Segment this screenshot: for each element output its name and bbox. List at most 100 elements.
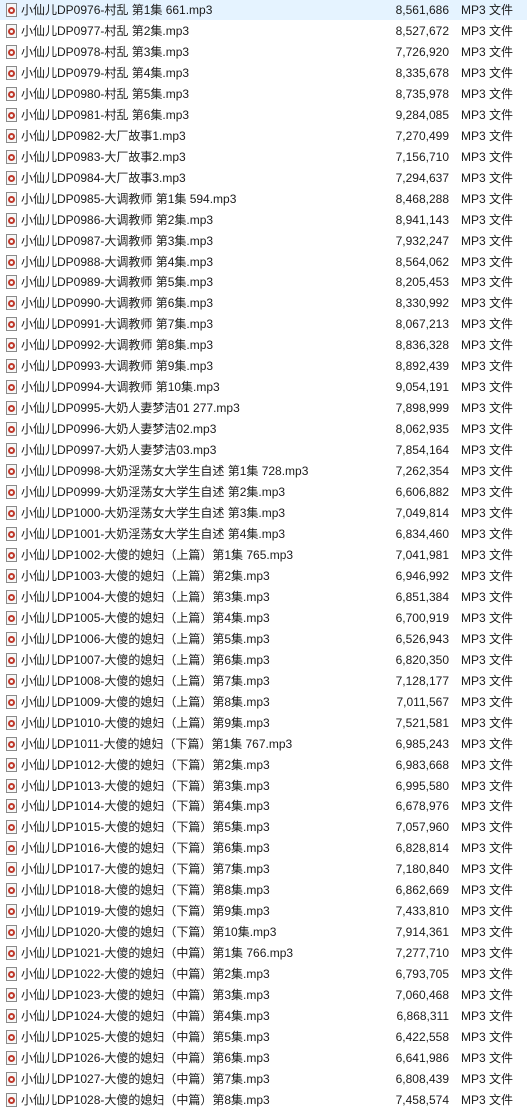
- file-row[interactable]: 小仙儿DP1007-大傻的媳妇（上篇）第6集.mp3 6,820,350 MP3 文…: [0, 650, 527, 670]
- file-row[interactable]: 小仙儿DP0982-大厂故事1.mp3 7,270,499 MP3 文件: [0, 126, 527, 146]
- mp3-file-icon: [6, 128, 17, 143]
- file-row[interactable]: 小仙儿DP1010-大傻的媳妇（上篇）第9集.mp3 7,521,581 MP3 文…: [0, 713, 527, 733]
- file-row[interactable]: 小仙儿DP0994-大调教师 第10集.mp3 9,054,191 MP3 文件: [0, 377, 527, 397]
- file-row[interactable]: 小仙儿DP0978-村乱 第3集.mp3 7,726,920 MP3 文件: [0, 42, 527, 62]
- mp3-file-icon: [6, 841, 17, 856]
- file-row[interactable]: 小仙儿DP1020-大傻的媳妇（下篇）第10集.mp3 7,914,361 MP3 …: [0, 922, 527, 942]
- file-name: 小仙儿DP1018-大傻的媳妇（下篇）第8集.mp3: [21, 883, 270, 898]
- file-row[interactable]: 小仙儿DP1014-大傻的媳妇（下篇）第4集.mp3 6,678,976 MP3 文…: [0, 796, 527, 816]
- file-row[interactable]: 小仙儿DP0997-大奶人妻梦洁03.mp3 7,854,164 MP3 文件: [0, 440, 527, 460]
- file-size: 7,011,567: [396, 694, 450, 709]
- file-name: 小仙儿DP0978-村乱 第3集.mp3: [21, 44, 190, 59]
- file-size: 6,868,311: [396, 1009, 450, 1024]
- mp3-file-icon: [6, 946, 17, 961]
- file-size: 7,270,499: [395, 128, 449, 143]
- file-row[interactable]: 小仙儿DP0986-大调教师 第2集.mp3 8,941,143 MP3 文件: [0, 210, 527, 230]
- file-row[interactable]: 小仙儿DP0980-村乱 第5集.mp3 8,735,978 MP3 文件: [0, 84, 527, 104]
- file-row[interactable]: 小仙儿DP0981-村乱 第6集.mp3 9,284,085 MP3 文件: [0, 105, 527, 125]
- file-type: MP3 文件: [461, 191, 514, 206]
- file-type: MP3 文件: [461, 464, 514, 479]
- mp3-file-icon: [6, 170, 17, 185]
- file-row[interactable]: 小仙儿DP1021-大傻的媳妇（中篇）第1集 766.mp3 7,277,710 M…: [0, 943, 527, 963]
- file-type: MP3 文件: [461, 862, 514, 877]
- file-row[interactable]: 小仙儿DP1018-大傻的媳妇（下篇）第8集.mp3 6,862,669 MP3 文…: [0, 880, 527, 900]
- file-name: 小仙儿DP0991-大调教师 第7集.mp3: [21, 317, 214, 332]
- file-type: MP3 文件: [461, 44, 514, 59]
- file-row[interactable]: 小仙儿DP1016-大傻的媳妇（下篇）第6集.mp3 6,828,814 MP3 文…: [0, 838, 527, 858]
- file-size: 9,054,191: [395, 380, 449, 395]
- file-size: 7,156,710: [395, 149, 449, 164]
- file-size: 6,808,439: [395, 1071, 449, 1086]
- mp3-file-icon: [6, 904, 17, 919]
- file-size: 6,793,705: [395, 967, 449, 982]
- file-row[interactable]: 小仙儿DP1009-大傻的媳妇（上篇）第8集.mp3 7,011,567 MP3 文…: [0, 692, 527, 712]
- file-row[interactable]: 小仙儿DP1012-大傻的媳妇（下篇）第2集.mp3 6,983,668 MP3 文…: [0, 755, 527, 775]
- file-row[interactable]: 小仙儿DP0995-大奶人妻梦洁01 277.mp3 7,898,999 MP3 文…: [0, 398, 527, 418]
- mp3-file-icon: [6, 380, 17, 395]
- file-row[interactable]: 小仙儿DP0998-大奶淫荡女大学生自述 第1集 728.mp3 7,262,35…: [0, 461, 527, 481]
- file-row[interactable]: 小仙儿DP0976-村乱 第1集 661.mp3 8,561,686 MP3 文件: [0, 0, 527, 20]
- file-row[interactable]: 小仙儿DP0985-大调教师 第1集 594.mp3 8,468,288 MP3 文…: [0, 189, 527, 209]
- file-type: MP3 文件: [461, 1009, 514, 1024]
- file-row[interactable]: 小仙儿DP1002-大傻的媳妇（上篇）第1集 765.mp3 7,041,981 M…: [0, 545, 527, 565]
- file-name: 小仙儿DP1000-大奶淫荡女大学生自述 第3集.mp3: [21, 506, 286, 521]
- mp3-file-icon: [6, 44, 17, 59]
- file-row[interactable]: 小仙儿DP0977-村乱 第2集.mp3 8,527,672 MP3 文件: [0, 21, 527, 41]
- file-row[interactable]: 小仙儿DP1028-大傻的媳妇（中篇）第8集.mp3 7,458,574 MP3 文…: [0, 1090, 527, 1110]
- file-name: 小仙儿DP0993-大调教师 第9集.mp3: [21, 359, 214, 374]
- file-type: MP3 文件: [461, 506, 514, 521]
- file-name: 小仙儿DP0980-村乱 第5集.mp3: [21, 86, 190, 101]
- file-name: 小仙儿DP0981-村乱 第6集.mp3: [21, 107, 190, 122]
- file-size: 7,726,920: [395, 44, 449, 59]
- file-type: MP3 文件: [461, 904, 514, 919]
- file-row[interactable]: 小仙儿DP1027-大傻的媳妇（中篇）第7集.mp3 6,808,439 MP3 文…: [0, 1069, 527, 1089]
- file-name: 小仙儿DP0997-大奶人妻梦洁03.mp3: [21, 443, 217, 458]
- file-row[interactable]: 小仙儿DP0993-大调教师 第9集.mp3 8,892,439 MP3 文件: [0, 356, 527, 376]
- file-row[interactable]: 小仙儿DP1011-大傻的媳妇（下篇）第1集 767.mp3 6,985,243 M…: [0, 734, 527, 754]
- file-row[interactable]: 小仙儿DP0991-大调教师 第7集.mp3 8,067,213 MP3 文件: [0, 314, 527, 334]
- file-type: MP3 文件: [461, 317, 514, 332]
- file-row[interactable]: 小仙儿DP1005-大傻的媳妇（上篇）第4集.mp3 6,700,919 MP3 文…: [0, 608, 527, 628]
- file-size: 6,820,350: [395, 652, 449, 667]
- mp3-file-icon: [6, 212, 17, 227]
- file-row[interactable]: 小仙儿DP1015-大傻的媳妇（下篇）第5集.mp3 7,057,960 MP3 文…: [0, 817, 527, 837]
- file-row[interactable]: 小仙儿DP0989-大调教师 第5集.mp3 8,205,453 MP3 文件: [0, 272, 527, 292]
- file-row[interactable]: 小仙儿DP1003-大傻的媳妇（上篇）第2集.mp3 6,946,992 MP3 文…: [0, 566, 527, 586]
- file-size: 7,854,164: [395, 443, 449, 458]
- mp3-file-icon: [6, 757, 17, 772]
- mp3-file-icon: [6, 254, 17, 269]
- file-type: MP3 文件: [461, 841, 514, 856]
- file-name: 小仙儿DP1013-大傻的媳妇（下篇）第3集.mp3: [21, 778, 270, 793]
- file-row[interactable]: 小仙儿DP0979-村乱 第4集.mp3 8,335,678 MP3 文件: [0, 63, 527, 83]
- file-size: 9,284,085: [395, 107, 449, 122]
- file-row[interactable]: 小仙儿DP1019-大傻的媳妇（下篇）第9集.mp3 7,433,810 MP3 文…: [0, 901, 527, 921]
- file-row[interactable]: 小仙儿DP1023-大傻的媳妇（中篇）第3集.mp3 7,060,468 MP3 文…: [0, 985, 527, 1005]
- file-row[interactable]: 小仙儿DP1004-大傻的媳妇（上篇）第3集.mp3 6,851,384 MP3 文…: [0, 587, 527, 607]
- file-size: 8,330,992: [395, 296, 449, 311]
- file-row[interactable]: 小仙儿DP1026-大傻的媳妇（中篇）第6集.mp3 6,641,986 MP3 文…: [0, 1048, 527, 1068]
- file-row[interactable]: 小仙儿DP1008-大傻的媳妇（上篇）第7集.mp3 7,128,177 MP3 文…: [0, 671, 527, 691]
- file-row[interactable]: 小仙儿DP1025-大傻的媳妇（中篇）第5集.mp3 6,422,558 MP3 文…: [0, 1027, 527, 1047]
- file-row[interactable]: 小仙儿DP0984-大厂故事3.mp3 7,294,637 MP3 文件: [0, 168, 527, 188]
- file-size: 8,561,686: [395, 3, 449, 17]
- file-name: 小仙儿DP0984-大厂故事3.mp3: [21, 170, 186, 185]
- file-row[interactable]: 小仙儿DP0992-大调教师 第8集.mp3 8,836,328 MP3 文件: [0, 335, 527, 355]
- file-row[interactable]: 小仙儿DP0987-大调教师 第3集.mp3 7,932,247 MP3 文件: [0, 231, 527, 251]
- file-row[interactable]: 小仙儿DP1001-大奶淫荡女大学生自述 第4集.mp3 6,834,460 MP3…: [0, 524, 527, 544]
- file-row[interactable]: 小仙儿DP1017-大傻的媳妇（下篇）第7集.mp3 7,180,840 MP3 文…: [0, 859, 527, 879]
- file-row[interactable]: 小仙儿DP0999-大奶淫荡女大学生自述 第2集.mp3 6,606,882 MP3…: [0, 482, 527, 502]
- file-size: 6,834,460: [395, 527, 449, 541]
- file-row[interactable]: 小仙儿DP0996-大奶人妻梦洁02.mp3 8,062,935 MP3 文件: [0, 419, 527, 439]
- file-row[interactable]: 小仙儿DP1024-大傻的媳妇（中篇）第4集.mp3 6,868,311 MP3 文…: [0, 1006, 527, 1026]
- file-row[interactable]: 小仙儿DP1013-大傻的媳妇（下篇）第3集.mp3 6,995,580 MP3 文…: [0, 776, 527, 796]
- file-row[interactable]: 小仙儿DP1000-大奶淫荡女大学生自述 第3集.mp3 7,049,814 MP3…: [0, 503, 527, 523]
- file-type: MP3 文件: [461, 86, 514, 101]
- file-type: MP3 文件: [461, 988, 514, 1003]
- file-row[interactable]: 小仙儿DP0983-大厂故事2.mp3 7,156,710 MP3 文件: [0, 147, 527, 167]
- file-row[interactable]: 小仙儿DP0990-大调教师 第6集.mp3 8,330,992 MP3 文件: [0, 293, 527, 313]
- file-row[interactable]: 小仙儿DP0988-大调教师 第4集.mp3 8,564,062 MP3 文件: [0, 252, 527, 272]
- file-size: 7,932,247: [395, 233, 449, 248]
- file-row[interactable]: 小仙儿DP1006-大傻的媳妇（上篇）第5集.mp3 6,526,943 MP3 文…: [0, 629, 527, 649]
- file-row[interactable]: 小仙儿DP1022-大傻的媳妇（中篇）第2集.mp3 6,793,705 MP3 文…: [0, 964, 527, 984]
- file-name: 小仙儿DP1001-大奶淫荡女大学生自述 第4集.mp3: [21, 527, 286, 541]
